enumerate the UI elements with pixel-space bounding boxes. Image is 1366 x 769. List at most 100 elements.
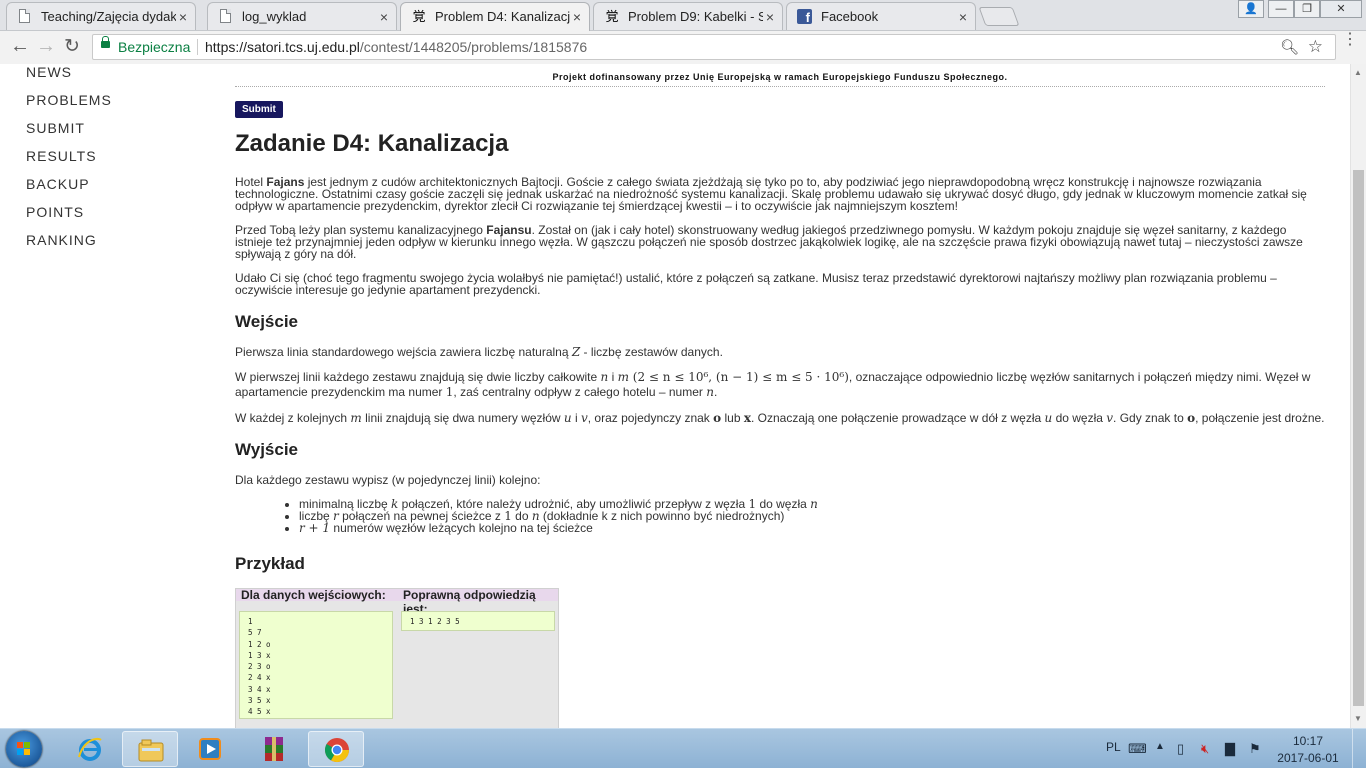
windows-taskbar: PL ⌨ ▲ ▯ 🔇︎ ▇ ⚑ 10:17 2017-06-01 (0, 728, 1366, 769)
sidebar-item-submit[interactable]: SUBMIT (26, 114, 112, 142)
minimize-button[interactable]: — (1268, 0, 1294, 18)
taskbar-media-player[interactable] (182, 731, 238, 767)
url-text[interactable]: https://satori.tcs.uj.edu.pl/contest/144… (205, 39, 587, 55)
sidebar-nav: NEWS PROBLEMS SUBMIT RESULTS BACKUP POIN… (26, 64, 112, 254)
tab-facebook[interactable]: f Facebook × (786, 2, 976, 30)
taskbar-winrar[interactable] (246, 731, 302, 767)
url-path: /contest/1448205/problems/1815876 (359, 39, 588, 55)
lock-icon (101, 36, 110, 48)
output-paragraph: Dla każdego zestawu wypisz (w pojedyncze… (235, 473, 541, 487)
tab-title: Problem D9: Kabelki - Sa (628, 9, 763, 24)
back-icon[interactable]: ← (10, 35, 30, 58)
sidebar-item-points[interactable]: POINTS (26, 198, 112, 226)
tab-teaching[interactable]: Teaching/Zajęcia dydakty × (6, 2, 196, 30)
action-center-flag-icon[interactable]: ⚑ (1249, 741, 1261, 757)
sidebar-item-problems[interactable]: PROBLEMS (26, 86, 112, 114)
example-input-line: 2 4 x (248, 673, 271, 683)
example-input-line: 5 7 (248, 628, 262, 638)
keyboard-icon[interactable]: ⌨ (1128, 741, 1147, 757)
tab-title: Problem D4: Kanalizacja (435, 9, 570, 24)
clock-time[interactable]: 10:17 (1286, 734, 1330, 748)
example-input-line: 1 2 o (248, 639, 271, 649)
restore-button[interactable]: ❐ (1294, 0, 1320, 18)
secure-label: Bezpieczna (118, 39, 191, 55)
input-language[interactable]: PL (1106, 740, 1121, 754)
tab-title: Teaching/Zajęcia dydakty (41, 9, 176, 24)
intro-paragraph: Hotel Fajans jest jednym z cudów archite… (235, 175, 1307, 213)
scroll-up-icon[interactable]: ▲ (1354, 68, 1362, 77)
tray-expand-icon[interactable]: ▲ (1155, 741, 1165, 752)
close-tab-icon[interactable]: × (380, 9, 388, 25)
start-button[interactable] (6, 731, 42, 767)
reload-icon[interactable]: ↻ (64, 35, 80, 58)
example-input-line: 1 3 x (248, 650, 271, 660)
doc-icon (19, 9, 30, 23)
eu-funding-note: Projekt dofinansowany przez Unię Europej… (235, 64, 1325, 87)
tab-strip: Teaching/Zajęcia dydakty × log_wyklad × … (0, 0, 1366, 31)
example-input-line: 2 3 o (248, 662, 271, 672)
user-icon[interactable]: 👤 (1238, 0, 1264, 18)
tab-problem-d4[interactable]: 覚 Problem D4: Kanalizacja × (400, 2, 590, 31)
address-bar[interactable]: Bezpieczna https://satori.tcs.uj.edu.pl/… (92, 34, 1336, 60)
chrome-menu-icon[interactable]: ⋮ (1342, 32, 1358, 48)
close-window-button[interactable]: ✕ (1320, 0, 1362, 18)
taskbar-file-explorer[interactable] (122, 731, 178, 767)
list-item: r + 1 numerów węzłów leżących kolejno na… (299, 522, 1325, 534)
example-input-box: 1 5 7 1 2 o 1 3 x 2 3 o 2 4 x 3 4 x 3 5 … (239, 611, 393, 719)
page-scrollbar[interactable]: ▲ ▼ (1350, 64, 1366, 728)
sidebar-item-ranking[interactable]: RANKING (26, 226, 112, 254)
internet-explorer-icon (78, 737, 102, 761)
media-player-icon (199, 738, 221, 760)
windows-logo-icon (17, 742, 31, 756)
winrar-icon (265, 737, 283, 761)
close-tab-icon[interactable]: × (766, 9, 774, 25)
sidebar-item-news[interactable]: NEWS (26, 64, 112, 86)
tab-title: Facebook (821, 9, 879, 24)
show-desktop-button[interactable] (1352, 729, 1366, 769)
satori-icon: 覚 (605, 9, 619, 24)
taskbar-chrome[interactable] (308, 731, 364, 767)
doc-icon (220, 9, 231, 23)
example-input-line: 3 5 x (248, 696, 271, 706)
scrollbar-thumb[interactable] (1353, 170, 1364, 706)
intro-paragraph: Udało Ci się (choć tego fragmentu swojeg… (235, 271, 1277, 297)
example-input-line: 1 (248, 617, 253, 626)
zoom-icon[interactable]: 🔍︎ (1280, 38, 1299, 56)
example-output-box: 1 3 1 2 3 5 (401, 611, 555, 631)
tab-problem-d9[interactable]: 覚 Problem D9: Kabelki - Sa × (593, 2, 783, 30)
close-tab-icon[interactable]: × (179, 9, 187, 25)
volume-muted-icon[interactable]: 🔇︎ (1201, 741, 1209, 757)
tab-title: log_wyklad (242, 9, 307, 24)
intro-paragraph: Przed Tobą leży plan systemu kanalizacyj… (235, 223, 1303, 261)
folder-icon (138, 739, 164, 762)
scroll-down-icon[interactable]: ▼ (1354, 714, 1362, 723)
network-icon[interactable]: ▇ (1225, 741, 1235, 757)
tab-log-wyklad[interactable]: log_wyklad × (207, 2, 397, 30)
input-paragraph: W pierwszej linii każdego zestawu znajdu… (235, 370, 1311, 399)
chrome-icon (324, 738, 349, 763)
page-viewport: NEWS PROBLEMS SUBMIT RESULTS BACKUP POIN… (0, 64, 1350, 728)
forward-icon[interactable]: → (36, 35, 56, 58)
input-paragraph: Pierwsza linia standardowego wejścia zaw… (235, 345, 723, 359)
device-icon[interactable]: ▯ (1177, 741, 1184, 757)
satori-icon: 覚 (412, 9, 426, 24)
submit-button[interactable]: Submit (235, 101, 283, 118)
example-table: Dla danych wejściowych: Poprawną odpowie… (235, 588, 559, 728)
problem-content: Projekt dofinansowany przez Unię Europej… (235, 64, 1325, 728)
close-tab-icon[interactable]: × (573, 9, 581, 25)
example-output-line: 1 3 1 2 3 5 (410, 617, 460, 626)
close-tab-icon[interactable]: × (959, 9, 967, 25)
output-list: minimalną liczbę k połączeń, które należ… (235, 498, 1325, 534)
example-header: Dla danych wejściowych: Poprawną odpowie… (236, 588, 558, 616)
sidebar-item-results[interactable]: RESULTS (26, 142, 112, 170)
example-input-line: 3 4 x (248, 684, 271, 694)
example-input-line: 4 5 x (248, 707, 271, 717)
clock-date[interactable]: 2017-06-01 (1276, 751, 1340, 765)
new-tab-button[interactable] (978, 7, 1020, 26)
url-separator (197, 39, 198, 55)
problem-title: Zadanie D4: Kanalizacja (235, 130, 509, 157)
bookmark-star-icon[interactable]: ☆ (1308, 37, 1323, 57)
browser-toolbar: ← → ↻ Bezpieczna https://satori.tcs.uj.e… (0, 31, 1366, 65)
sidebar-item-backup[interactable]: BACKUP (26, 170, 112, 198)
taskbar-internet-explorer[interactable] (62, 731, 118, 767)
